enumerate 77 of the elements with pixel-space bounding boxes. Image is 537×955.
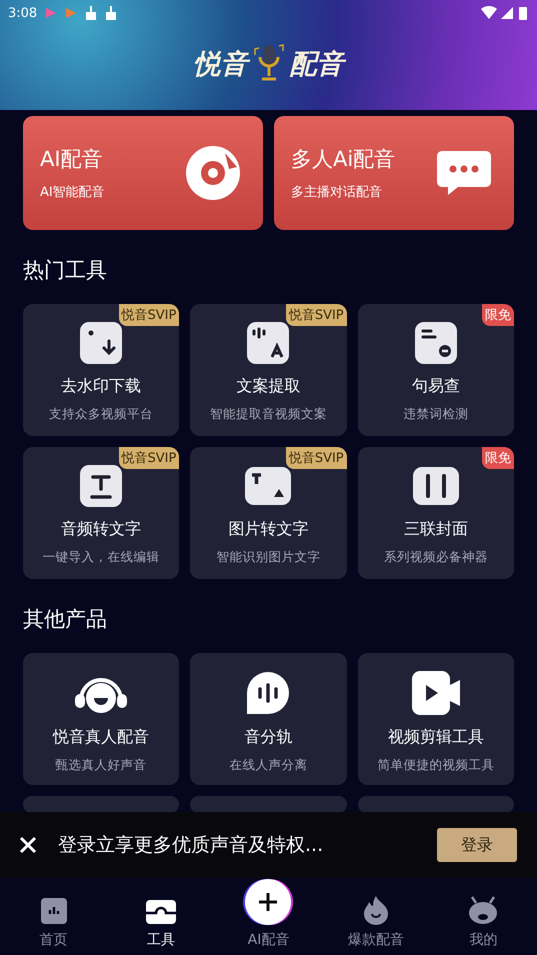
plus-icon [257,891,280,913]
product-card[interactable]: 悦音真人配音 甄选真人好声音 [23,653,180,785]
product-card[interactable]: 音分轨 在线人声分离 [190,653,347,785]
section-title: 热门工具 [23,257,108,284]
tool-card[interactable]: 悦音SVIP 文案提取 智能提取音视频文案 [190,304,347,436]
tool-title: 句易查 [412,376,460,397]
disc-icon [185,145,241,201]
login-button[interactable]: 登录 [437,828,517,862]
tab-item[interactable]: 工具 [107,878,215,955]
download-icon [79,321,124,365]
speech-bubble-icon [245,670,292,716]
feature-title: AI配音 [40,146,104,173]
tool-badge: 悦音SVIP [286,304,347,326]
tab-item[interactable]: 我的 [430,878,537,955]
tool-title: 音频转文字 [61,519,142,540]
chart-icon [40,897,68,925]
close-button[interactable] [18,835,38,855]
tool-badge: 悦音SVIP [286,447,347,469]
product-card[interactable] [358,796,514,813]
product-subtitle: 甄选真人好声音 [56,757,147,774]
flame-icon [362,895,390,925]
tool-card[interactable]: 悦音SVIP 音频转文字 一键导入，在线编辑 [23,447,180,579]
product-card[interactable] [23,796,180,813]
product-card[interactable]: 视频剪辑工具 简单便捷的视频工具 [358,653,514,785]
video-camera-icon [410,670,461,716]
tab-item[interactable]: 首页 [0,878,108,955]
tool-title: 文案提取 [236,376,300,397]
text-extract-icon [246,321,290,365]
tab-label: AI配音 [248,931,290,949]
tab-label: 首页 [40,931,68,949]
tool-subtitle: 智能提取音视频文案 [210,406,327,423]
columns-icon [412,464,460,508]
play-icon [65,7,78,19]
feature-subtitle: 多主播对话配音 [291,184,383,201]
tab-item[interactable]: 爆款配音 [322,878,430,955]
tool-title: 图片转文字 [228,519,308,540]
product-card[interactable] [190,796,347,813]
tool-card[interactable]: 限免 句易查 违禁词检测 [358,304,514,436]
tool-card[interactable]: 悦音SVIP 去水印下载 支持众多视频平台 [23,304,180,436]
tool-badge: 限免 [482,304,514,326]
login-promo-text: 登录立享更多优质声音及特权... [58,833,324,858]
tool-card[interactable]: 悦音SVIP 图片转文字 智能识别图片文字 [190,447,347,579]
feature-card[interactable]: AI配音 AI智能配音 [23,116,263,230]
tab-label: 爆款配音 [348,931,404,949]
feature-subtitle: AI智能配音 [40,184,105,201]
tool-subtitle: 系列视频必备神器 [384,549,488,566]
tool-subtitle: 支持众多视频平台 [49,406,154,423]
tool-badge: 悦音SVIP [118,304,180,326]
tab-label: 工具 [147,931,176,949]
chat-bubble-icon [436,149,492,197]
status-time: 3:08 [8,6,38,20]
feature-card[interactable]: 多人Ai配音 多主播对话配音 [274,116,514,230]
tool-subtitle: 智能识别图片文字 [216,549,320,566]
product-title: 音分轨 [244,727,292,748]
tool-subtitle: 一键导入，在线编辑 [42,549,160,566]
add-button[interactable] [245,879,292,925]
tab-item[interactable]: AI配音 [214,878,322,955]
robot-icon [468,895,498,925]
signal-battery-icons [481,5,529,21]
product-title: 悦音真人配音 [53,727,150,748]
feature-title: 多人Ai配音 [291,146,396,173]
tool-subtitle: 违禁词检测 [403,406,468,423]
tab-label: 我的 [469,931,498,949]
play-icon [45,7,58,19]
product-subtitle: 简单便捷的视频工具 [377,757,494,774]
document-check-icon [414,321,458,365]
tool-badge: 悦音SVIP [118,447,180,469]
tool-card[interactable]: 限免 三联封面 系列视频必备神器 [358,447,514,579]
toolbox-icon [145,899,178,925]
tool-badge: 限免 [482,447,514,469]
text-icon [79,464,124,508]
product-title: 视频剪辑工具 [388,727,484,748]
image-text-icon [244,464,292,508]
product-subtitle: 在线人声分离 [229,757,308,774]
tool-title: 三联封面 [404,519,468,540]
tool-title: 去水印下载 [61,376,142,397]
section-title: 其他产品 [23,606,108,633]
